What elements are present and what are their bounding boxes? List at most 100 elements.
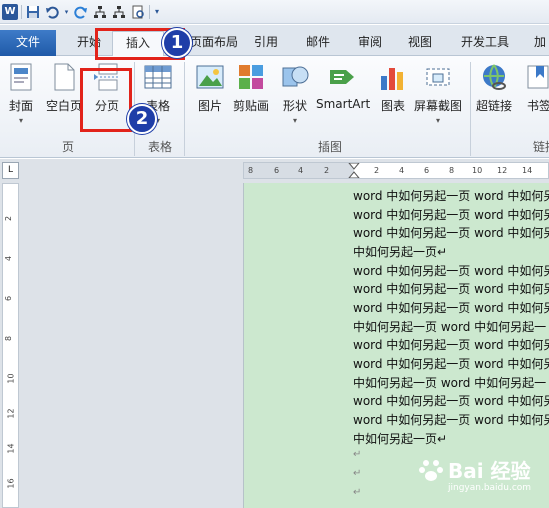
document-line: 中如何另起一页↵ <box>353 245 448 259</box>
ruler-number: 2 <box>4 215 14 222</box>
print-preview-icon[interactable] <box>130 4 146 20</box>
tab-developer[interactable]: 开发工具 <box>452 31 518 56</box>
toolbar-separator <box>149 4 150 19</box>
document-line: word 中如何另起一页 word 中如何另 <box>353 338 549 352</box>
picture-icon <box>196 65 224 89</box>
tab-references[interactable]: 引用 <box>246 31 286 56</box>
smartart-button[interactable]: SmartArt <box>316 60 370 111</box>
chart-icon <box>381 68 403 90</box>
document-line: word 中如何另起一页 word 中如何另 <box>353 413 549 427</box>
clip-art-icon <box>239 65 263 89</box>
customize-icon[interactable]: ▾ <box>153 4 161 20</box>
step-badge-1: 1 <box>162 28 192 58</box>
hyperlink-button[interactable]: 超链接 <box>476 60 512 114</box>
screenshot-button[interactable]: 屏幕截图 ▾ <box>414 60 462 125</box>
org-chart-icon[interactable] <box>111 4 127 20</box>
document-line: 中如何另起一页 word 中如何另起一 <box>353 376 547 390</box>
ruler-number: 10 <box>472 166 483 175</box>
paragraph-mark: ↵ <box>353 449 362 460</box>
ruler-number: 12 <box>497 166 508 175</box>
ruler-number: 14 <box>522 166 533 175</box>
baidu-jingyan-watermark: Bai 经验 jingyan.baidu.com <box>418 455 531 493</box>
group-label-links: 链接 <box>532 140 549 154</box>
picture-label: 图片 <box>197 99 222 113</box>
ruler-number: 8 <box>4 335 14 342</box>
cover-page-icon <box>10 63 32 91</box>
blank-page-icon <box>54 63 75 91</box>
ruler-number: 2 <box>324 166 330 175</box>
ruler-number: 4 <box>4 255 14 262</box>
horizontal-ruler[interactable]: 8 6 4 2 2 4 6 8 10 12 14 <box>243 162 549 179</box>
group-label-illustrations: 插图 <box>317 140 342 154</box>
ruler-number: 10 <box>6 373 16 384</box>
chevron-down-icon: ▾ <box>18 116 23 125</box>
indent-marker-icon[interactable] <box>348 163 360 178</box>
document-line: word 中如何另起一页 word 中如何另 <box>353 301 549 315</box>
picture-button[interactable]: 图片 <box>195 60 225 114</box>
ruler-number: 16 <box>6 478 16 489</box>
undo-icon[interactable] <box>44 4 60 20</box>
document-line: word 中如何另起一页 word 中如何另 <box>353 357 549 371</box>
tab-mailings[interactable]: 邮件 <box>298 31 338 56</box>
blank-page-label: 空白页 <box>46 99 83 113</box>
clip-art-button[interactable]: 剪贴画 <box>233 60 269 114</box>
cover-page-button[interactable]: 封面 ▾ <box>6 60 36 125</box>
ruler-number: 4 <box>298 166 304 175</box>
bookmark-label: 书签 <box>526 99 549 113</box>
paw-logo-icon <box>419 459 443 481</box>
tab-add-ins[interactable]: 加 <box>530 31 549 56</box>
table-icon <box>144 65 172 89</box>
watermark-brand: Bai 经验 <box>448 459 531 483</box>
ruler-number: 6 <box>424 166 430 175</box>
smartart-label: SmartArt <box>316 97 371 111</box>
step-badge-2: 2 <box>127 104 157 134</box>
hyperlink-label: 超链接 <box>476 99 513 113</box>
ruler-number: 4 <box>399 166 405 175</box>
ruler-number: 8 <box>248 166 254 175</box>
shapes-button[interactable]: 形状 ▾ <box>280 60 310 125</box>
save-icon[interactable] <box>25 4 41 20</box>
chevron-down-icon: ▾ <box>436 116 441 125</box>
blank-page-button[interactable]: 空白页 <box>46 60 82 114</box>
document-line: word 中如何另起一页 word 中如何另 <box>353 189 549 203</box>
ruler-number: 2 <box>374 166 380 175</box>
document-line: word 中如何另起一页 word 中如何另 <box>353 264 549 278</box>
tab-selector-button[interactable]: L <box>2 162 19 179</box>
ruler-number: 14 <box>6 443 16 454</box>
hyperlink-icon <box>483 64 506 90</box>
cover-page-label: 封面 <box>8 99 33 113</box>
toolbar-separator <box>21 4 22 19</box>
document-line: word 中如何另起一页 word 中如何另 <box>353 282 549 296</box>
org-chart-icon[interactable] <box>92 4 108 20</box>
vertical-ruler[interactable]: 2 4 6 8 10 12 14 16 <box>2 183 19 508</box>
shapes-label: 形状 <box>282 99 307 113</box>
ribbon-tab-row: 文件 开始 插入 页面布局 引用 邮件 审阅 视图 开发工具 加 <box>0 25 549 56</box>
tab-view[interactable]: 视图 <box>400 31 440 56</box>
ruler-number: 6 <box>274 166 280 175</box>
word-logo-icon[interactable]: W <box>2 3 18 20</box>
ruler-number: 8 <box>449 166 455 175</box>
tab-review[interactable]: 审阅 <box>350 31 390 56</box>
group-label-tables: 表格 <box>147 140 172 154</box>
watermark-url: jingyan.baidu.com <box>448 483 532 493</box>
redo-icon[interactable] <box>73 4 89 20</box>
undo-dropdown-icon[interactable]: ▾ <box>63 4 70 20</box>
smartart-icon <box>330 70 355 84</box>
chart-button[interactable]: 图表 <box>378 60 408 114</box>
bookmark-icon <box>527 65 549 89</box>
quick-access-toolbar: W ▾ ▾ <box>0 0 549 24</box>
bookmark-button[interactable]: 书签 <box>524 60 549 114</box>
screenshot-label: 屏幕截图 <box>414 99 463 113</box>
document-line: word 中如何另起一页 word 中如何另 <box>353 394 549 408</box>
ruler-number: 6 <box>4 295 14 302</box>
document-line: 中如何另起一页↵ <box>353 432 448 446</box>
group-separator <box>470 62 471 156</box>
shapes-icon <box>282 66 309 87</box>
highlight-page-break <box>80 68 132 132</box>
tab-page-layout[interactable]: 页面布局 <box>186 31 242 56</box>
clip-art-label: 剪贴画 <box>233 99 270 113</box>
group-separator <box>184 62 185 156</box>
document-line: 中如何另起一页 word 中如何另起一 <box>353 320 547 334</box>
tab-file[interactable]: 文件 <box>0 30 56 56</box>
document-line: word 中如何另起一页 word 中如何另 <box>353 226 549 240</box>
